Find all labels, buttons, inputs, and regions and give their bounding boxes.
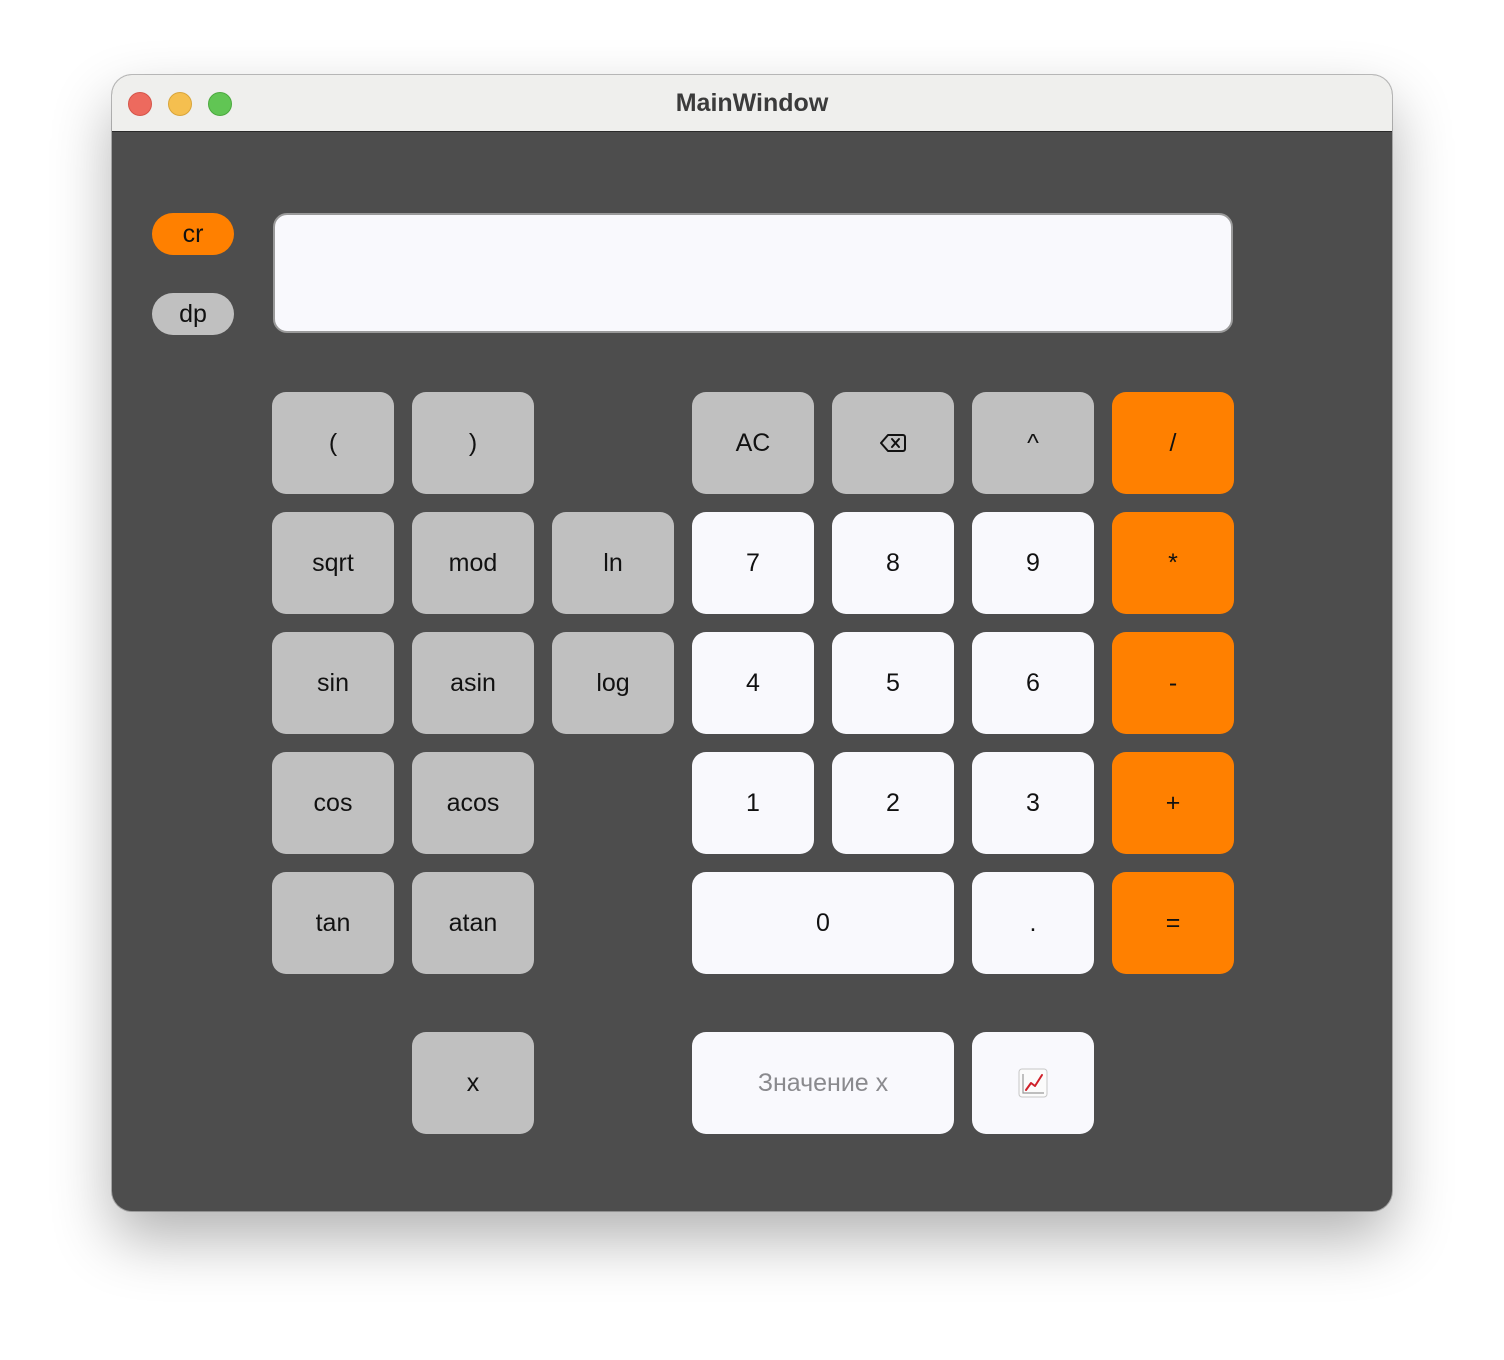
asin-button[interactable]: asin: [412, 632, 534, 734]
minus-button[interactable]: -: [1112, 632, 1234, 734]
digit-6-button[interactable]: 6: [972, 632, 1094, 734]
acos-button[interactable]: acos: [412, 752, 534, 854]
multiply-button[interactable]: *: [1112, 512, 1234, 614]
x-value-input[interactable]: [692, 1032, 954, 1134]
mod-button[interactable]: mod: [412, 512, 534, 614]
backspace-icon: [880, 433, 906, 453]
digit-1-button[interactable]: 1: [692, 752, 814, 854]
decimal-point-button[interactable]: .: [972, 872, 1094, 974]
title-bar[interactable]: MainWindow: [112, 75, 1392, 132]
ln-button[interactable]: ln: [552, 512, 674, 614]
x-variable-button[interactable]: x: [412, 1032, 534, 1134]
power-button[interactable]: ^: [972, 392, 1094, 494]
chart-increasing-icon: [1018, 1068, 1048, 1098]
digit-2-button[interactable]: 2: [832, 752, 954, 854]
sqrt-button[interactable]: sqrt: [272, 512, 394, 614]
sin-button[interactable]: sin: [272, 632, 394, 734]
close-paren-button[interactable]: ): [412, 392, 534, 494]
log-button[interactable]: log: [552, 632, 674, 734]
open-paren-button[interactable]: (: [272, 392, 394, 494]
digit-8-button[interactable]: 8: [832, 512, 954, 614]
window-title: MainWindow: [675, 89, 829, 117]
cos-button[interactable]: cos: [272, 752, 394, 854]
digit-4-button[interactable]: 4: [692, 632, 814, 734]
atan-button[interactable]: atan: [412, 872, 534, 974]
equals-button[interactable]: =: [1112, 872, 1234, 974]
divide-button[interactable]: /: [1112, 392, 1234, 494]
plot-graph-button[interactable]: [972, 1032, 1094, 1134]
digit-3-button[interactable]: 3: [972, 752, 1094, 854]
backspace-button[interactable]: [832, 392, 954, 494]
expression-display[interactable]: [273, 213, 1233, 333]
main-window: MainWindow cr dp ( ) AC ^ / sqrt mod ln …: [112, 75, 1392, 1211]
tan-button[interactable]: tan: [272, 872, 394, 974]
digit-0-button[interactable]: 0: [692, 872, 954, 974]
dp-mode-button[interactable]: dp: [152, 293, 234, 335]
all-clear-button[interactable]: AC: [692, 392, 814, 494]
cr-mode-button[interactable]: cr: [152, 213, 234, 255]
plus-button[interactable]: +: [1112, 752, 1234, 854]
digit-9-button[interactable]: 9: [972, 512, 1094, 614]
digit-5-button[interactable]: 5: [832, 632, 954, 734]
digit-7-button[interactable]: 7: [692, 512, 814, 614]
